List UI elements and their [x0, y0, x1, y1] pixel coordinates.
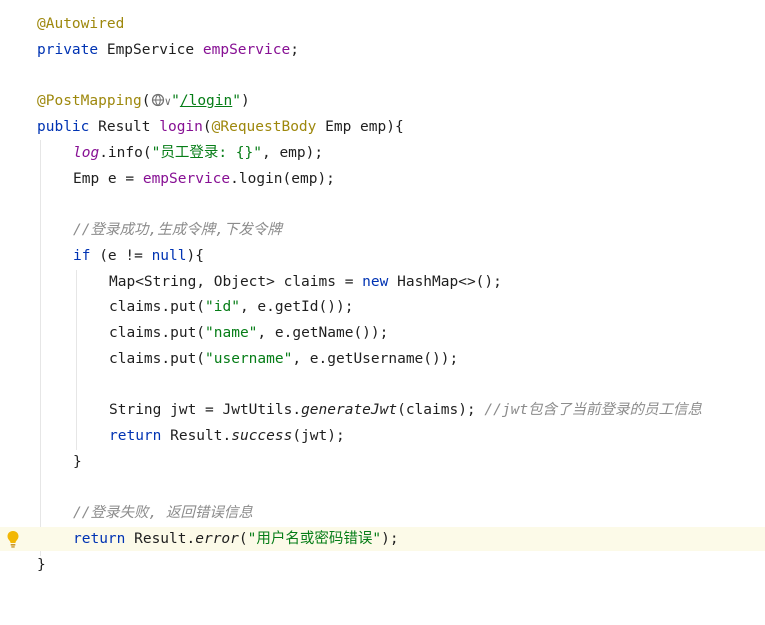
method-success: success	[231, 428, 293, 444]
code-line[interactable]: @Autowired	[0, 12, 765, 36]
code-line[interactable]: Emp e = empService.login(emp);	[0, 167, 765, 191]
closing-brace: }	[73, 454, 82, 470]
code-line[interactable]: @PostMapping(∨"/login")	[0, 89, 765, 113]
code-line[interactable]: claims.put("id", e.getId());	[0, 295, 765, 319]
keyword-private: private	[37, 42, 99, 58]
web-endpoint-globe-icon[interactable]	[151, 93, 165, 107]
annotation-requestbody: @RequestBody	[211, 119, 317, 135]
annotation-postmapping: @PostMapping	[37, 93, 142, 109]
keyword-return: return	[73, 531, 126, 547]
url-path-link[interactable]: /login	[180, 93, 232, 109]
string-literal: "用户名或密码错误"	[247, 531, 382, 547]
method-error: error	[195, 531, 239, 547]
code-line[interactable]: Map<String, Object> claims = new HashMap…	[0, 270, 765, 294]
keyword-return: return	[109, 428, 162, 444]
code-line[interactable]: }	[0, 450, 765, 474]
code-line[interactable]: //登录失败, 返回错误信息	[0, 501, 765, 525]
keyword-if: if	[73, 248, 91, 264]
code-line[interactable]: return Result.success(jwt);	[0, 424, 765, 448]
type-name: EmpService	[98, 42, 203, 58]
code-line[interactable]: //登录成功,生成令牌,下发令牌	[0, 218, 765, 242]
code-line[interactable]: claims.put("username", e.getUsername());	[0, 347, 765, 371]
comment: //jwt包含了当前登录的员工信息	[484, 402, 703, 418]
comment: //登录失败, 返回错误信息	[73, 505, 253, 521]
keyword-public: public	[37, 119, 90, 135]
field-log: log	[73, 145, 100, 161]
comment: //登录成功,生成令牌,下发令牌	[73, 222, 282, 238]
code-line-current[interactable]: return Result.error("用户名或密码错误");	[0, 527, 765, 551]
method-generate-jwt: generateJwt	[301, 402, 398, 418]
code-line[interactable]: private EmpService empService;	[0, 38, 765, 62]
method-name-login: login	[159, 119, 203, 135]
field-emp-service: empService	[142, 171, 231, 187]
code-line[interactable]: public Result login(@RequestBody Emp emp…	[0, 115, 765, 139]
closing-brace: }	[37, 557, 46, 573]
keyword-null: null	[151, 248, 187, 264]
code-line[interactable]: log.info("员工登录: {}", emp);	[0, 141, 765, 165]
string-literal: "员工登录: {}"	[151, 145, 262, 161]
code-line[interactable]: }	[0, 553, 765, 577]
code-editor[interactable]: @Autowired private EmpService empService…	[0, 0, 765, 592]
string-literal: "username"	[205, 351, 293, 367]
lightbulb-icon[interactable]	[6, 530, 20, 548]
code-line[interactable]: claims.put("name", e.getName());	[0, 321, 765, 345]
string-literal: "name"	[205, 325, 258, 341]
semicolon: ;	[290, 42, 299, 58]
field-emp-service: empService	[202, 42, 291, 58]
code-line[interactable]: String jwt = JwtUtils.generateJwt(claims…	[0, 398, 765, 422]
code-line[interactable]: if (e != null){	[0, 244, 765, 268]
annotation-autowired: @Autowired	[37, 16, 125, 32]
keyword-new: new	[362, 274, 389, 290]
string-literal: "id"	[205, 299, 240, 315]
